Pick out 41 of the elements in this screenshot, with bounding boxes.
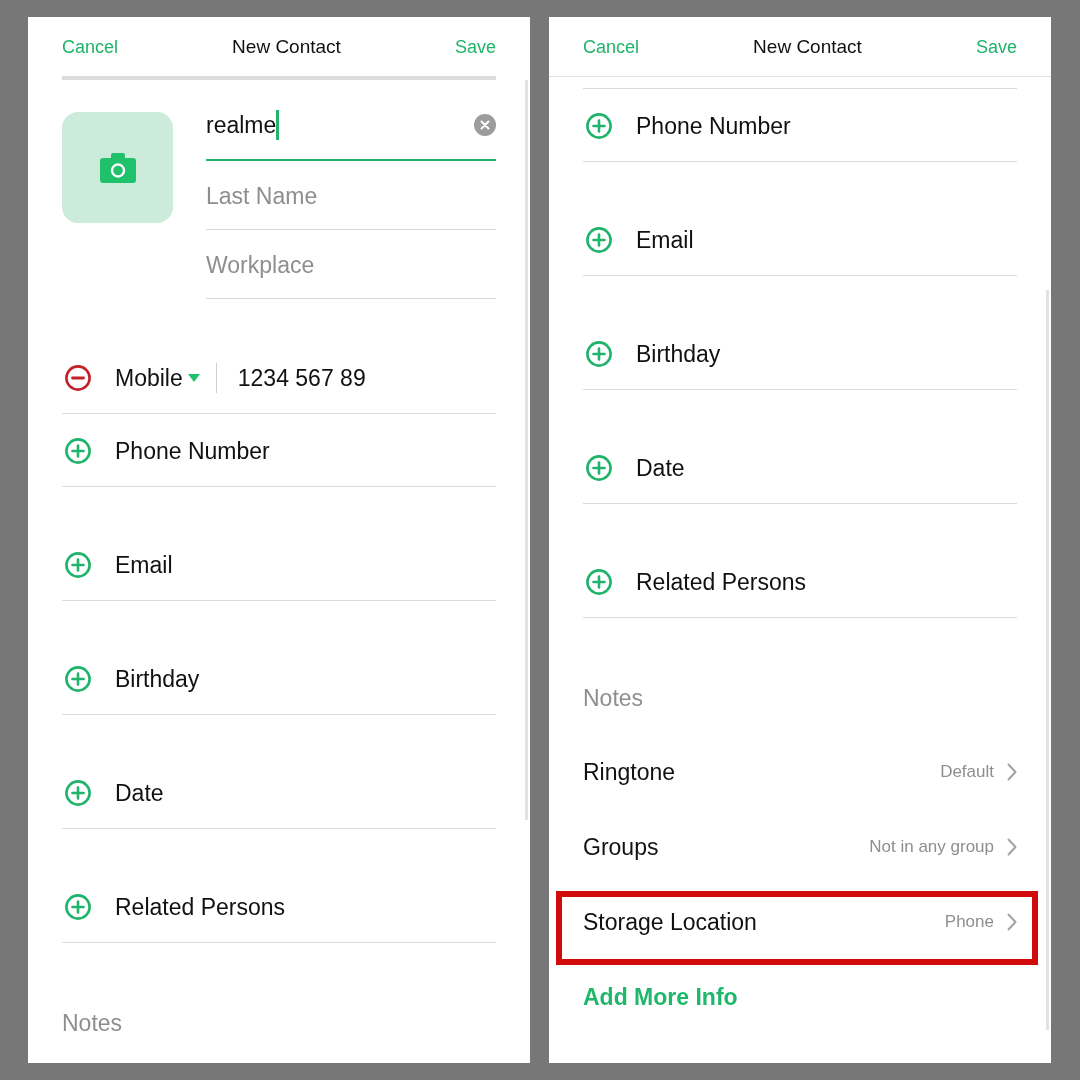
plus-circle-icon[interactable] bbox=[586, 113, 612, 139]
add-field-button[interactable]: Related Persons bbox=[586, 567, 807, 597]
text-field[interactable]: Last Name bbox=[206, 161, 496, 230]
setting-label: Ringtone bbox=[583, 757, 676, 787]
plus-circle-icon[interactable] bbox=[586, 569, 612, 595]
add-field-button[interactable]: Birthday bbox=[586, 339, 721, 369]
dropdown-triangle-icon bbox=[187, 374, 200, 382]
notes-field[interactable]: Notes bbox=[583, 683, 1017, 713]
add-field-button[interactable]: Email bbox=[586, 225, 694, 255]
plus-circle-icon[interactable] bbox=[586, 455, 612, 481]
notes-field[interactable]: Notes bbox=[62, 1008, 496, 1038]
plus-circle-icon[interactable] bbox=[65, 780, 91, 806]
phone-number-field[interactable]: 1234 567 89 bbox=[237, 363, 366, 393]
plus-circle-icon[interactable] bbox=[586, 227, 612, 253]
camera-icon bbox=[99, 152, 136, 183]
add-field-button[interactable]: Phone Number bbox=[65, 436, 270, 466]
add-field-button[interactable]: Date bbox=[586, 453, 685, 483]
minus-circle-icon[interactable] bbox=[65, 365, 91, 391]
screen-title: New Contact bbox=[753, 34, 862, 59]
setting-label: Storage Location bbox=[583, 907, 757, 937]
text-field[interactable]: Workplace bbox=[206, 230, 496, 299]
photo-button[interactable] bbox=[62, 112, 173, 223]
add-field-button[interactable]: Date bbox=[65, 778, 164, 808]
add-field-button[interactable]: Email bbox=[65, 550, 173, 580]
chevron-right-icon bbox=[1007, 837, 1017, 856]
plus-circle-icon[interactable] bbox=[65, 894, 91, 920]
text-field[interactable]: realme bbox=[206, 92, 496, 161]
add-field-button[interactable]: Related Persons bbox=[65, 892, 286, 922]
phone-type-dropdown[interactable]: Mobile bbox=[115, 363, 200, 393]
plus-circle-icon[interactable] bbox=[65, 552, 91, 578]
chevron-right-icon bbox=[1007, 762, 1017, 781]
add-field-button[interactable]: Birthday bbox=[65, 664, 200, 694]
plus-circle-icon[interactable] bbox=[65, 666, 91, 692]
setting-label: Groups bbox=[583, 832, 659, 862]
chevron-right-icon bbox=[1007, 912, 1017, 931]
plus-circle-icon[interactable] bbox=[65, 438, 91, 464]
clear-icon[interactable] bbox=[474, 114, 496, 136]
screen-title: New Contact bbox=[232, 34, 341, 59]
plus-circle-icon[interactable] bbox=[586, 341, 612, 367]
text-cursor-icon bbox=[276, 110, 280, 140]
add-field-button[interactable]: Phone Number bbox=[586, 111, 791, 141]
